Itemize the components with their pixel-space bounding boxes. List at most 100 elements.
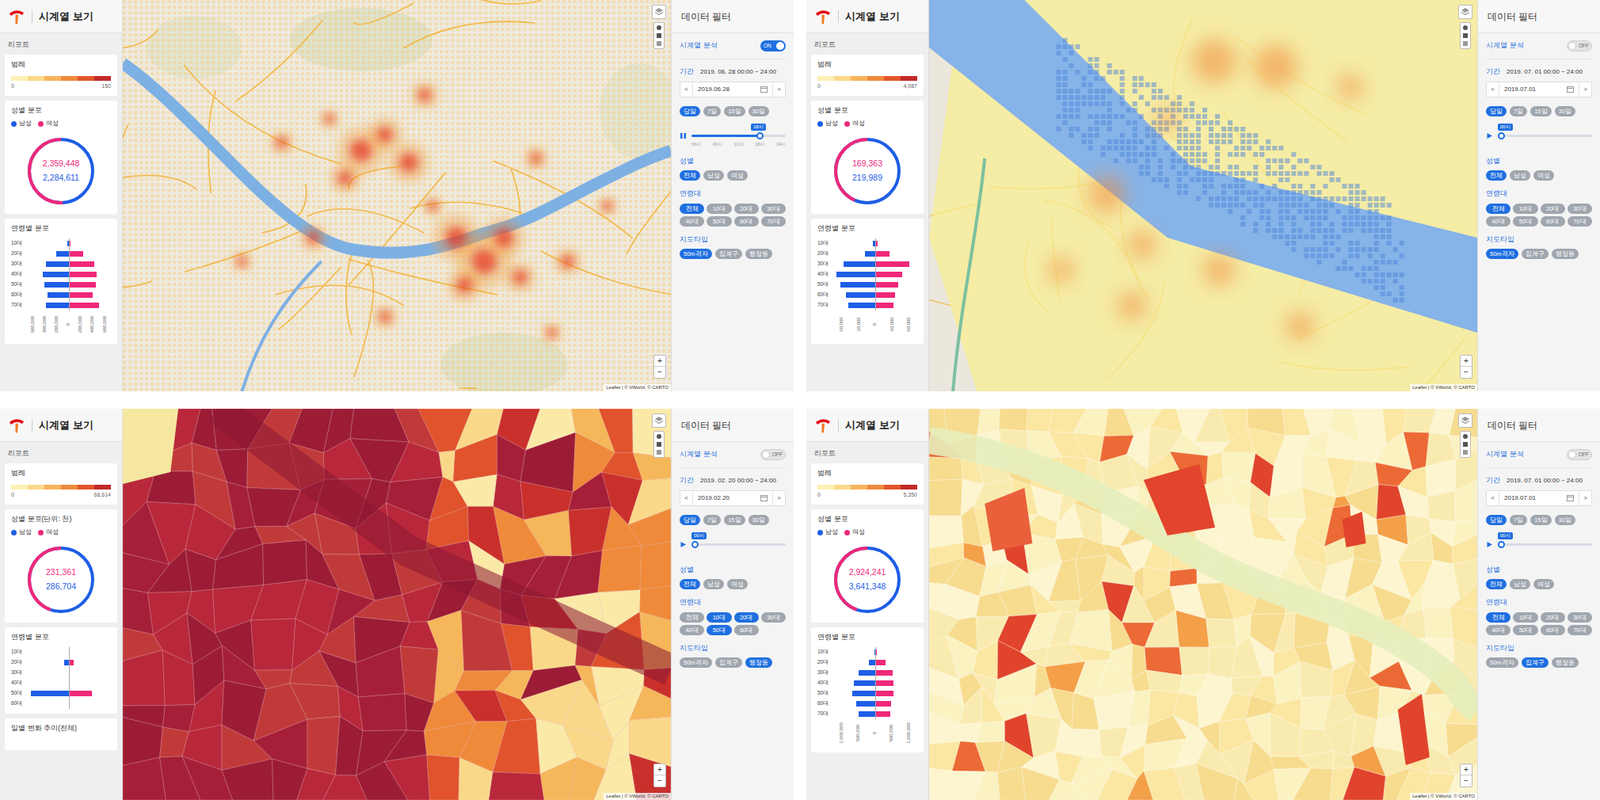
calendar-icon[interactable] [760,85,768,93]
filter-chip[interactable]: 50대 [1512,624,1538,636]
filter-chip[interactable]: 전체 [1485,203,1511,214]
play-icon[interactable] [1485,132,1494,140]
prev-date-button[interactable]: < [1486,82,1500,97]
map-canvas[interactable] [122,408,671,800]
play-icon[interactable] [679,540,687,549]
filter-chip[interactable]: 전체 [679,203,705,214]
slider-knob[interactable] [1497,132,1505,140]
prev-date-button[interactable]: < [680,491,694,506]
next-date-button[interactable]: > [1578,491,1592,506]
circle-tool-icon[interactable] [656,434,662,439]
map-view[interactable]: +−Leaflet | © VWorld, © CARTO [929,408,1478,800]
filter-chip[interactable]: 30일 [1554,106,1576,117]
filter-chip[interactable]: 50m격자 [1485,248,1519,260]
filter-chip[interactable]: 30대 [761,203,786,214]
filter-chip[interactable]: 당일 [1485,106,1507,117]
filter-chip[interactable]: 50m격자 [679,248,713,260]
filter-chip[interactable]: 40대 [1485,216,1511,227]
map-canvas[interactable] [929,0,1478,392]
filter-chip[interactable]: 40대 [679,624,705,636]
filter-chip[interactable]: 남성 [1509,170,1531,181]
filter-chip[interactable]: 60대 [734,624,759,636]
date-value[interactable]: 2019.06.28 [697,84,730,95]
filter-chip[interactable]: 7일 [703,514,721,526]
filter-chip[interactable]: 여성 [1533,579,1555,590]
date-value[interactable]: 2019.02.20 [697,493,730,503]
filter-chip[interactable]: 행정동 [745,657,773,668]
filter-chip[interactable]: 30대 [1567,203,1593,214]
filter-chip[interactable]: 15일 [723,514,745,526]
filter-chip[interactable]: 30일 [748,514,770,526]
filter-chip[interactable]: 20대 [734,203,759,214]
filter-chip[interactable]: 15일 [1530,514,1551,526]
filter-chip[interactable]: 70대 [761,216,786,227]
zoom-in-button[interactable]: + [1460,764,1472,776]
filter-chip[interactable]: 여성 [727,579,748,590]
next-date-button[interactable]: > [772,82,785,97]
filter-chip[interactable]: 15일 [723,106,745,117]
filter-chip[interactable]: 집계구 [715,248,743,260]
filter-chip[interactable]: 집계구 [1521,657,1549,668]
next-date-button[interactable]: > [772,491,785,506]
pause-icon[interactable] [679,132,687,140]
zoom-in-button[interactable]: + [654,355,666,367]
timeseries-toggle[interactable]: OFF [1566,40,1593,52]
map-canvas[interactable] [122,0,671,392]
calendar-icon[interactable] [1566,85,1574,93]
filter-chip[interactable]: 행정동 [1551,248,1579,260]
filter-chip[interactable]: 남성 [703,170,724,181]
zoom-out-button[interactable]: − [1460,775,1472,787]
date-value[interactable]: 2019.07.01 [1504,84,1536,95]
calendar-icon[interactable] [1566,494,1574,502]
timeseries-toggle[interactable]: OFF [1566,449,1593,461]
filter-chip[interactable]: 전체 [679,612,705,623]
polygon-tool-icon[interactable] [1462,41,1468,46]
filter-chip[interactable]: 50m격자 [1485,657,1519,668]
circle-tool-icon[interactable] [1462,434,1468,439]
rect-tool-icon[interactable] [1462,33,1468,39]
slider-knob[interactable] [756,132,764,140]
circle-tool-icon[interactable] [1462,25,1468,31]
filter-chip[interactable]: 행정동 [745,248,773,260]
filter-chip[interactable]: 20대 [734,612,759,623]
rect-tool-icon[interactable] [656,33,662,39]
layers-button[interactable] [1458,4,1473,20]
filter-chip[interactable]: 30일 [748,106,770,117]
filter-chip[interactable]: 70대 [1567,216,1593,227]
timeseries-toggle[interactable]: ON [760,40,786,52]
map-view[interactable]: +−Leaflet | © VWorld, © CARTO [122,408,671,800]
filter-chip[interactable]: 전체 [679,579,701,590]
filter-chip[interactable]: 30대 [761,612,786,623]
filter-chip[interactable]: 남성 [1509,579,1531,590]
time-slider[interactable]: 00시 [1497,543,1593,546]
map-view[interactable]: +−Leaflet | © VWorld, © CARTO [929,0,1478,392]
filter-chip[interactable]: 7일 [1509,106,1528,117]
filter-chip[interactable]: 40대 [679,216,705,227]
prev-date-button[interactable]: < [680,82,694,97]
filter-chip[interactable]: 60대 [734,216,759,227]
layers-button[interactable] [651,413,667,428]
filter-chip[interactable]: 전체 [1485,170,1507,181]
slider-knob[interactable] [1497,540,1505,549]
filter-chip[interactable]: 전체 [679,170,701,181]
zoom-in-button[interactable]: + [654,764,666,776]
filter-chip[interactable]: 당일 [679,106,701,117]
filter-chip[interactable]: 행정동 [1551,657,1579,668]
date-value[interactable]: 2019.07.01 [1504,493,1536,503]
filter-chip[interactable]: 50대 [1512,216,1538,227]
filter-chip[interactable]: 7일 [703,106,721,117]
polygon-tool-icon[interactable] [656,41,662,46]
filter-chip[interactable]: 집계구 [715,657,743,668]
filter-chip[interactable]: 10대 [1512,612,1538,623]
rect-tool-icon[interactable] [1462,441,1468,447]
next-date-button[interactable]: > [1578,82,1592,97]
circle-tool-icon[interactable] [656,25,662,31]
filter-chip[interactable]: 남성 [703,579,724,590]
slider-knob[interactable] [691,540,699,549]
filter-chip[interactable]: 50대 [706,216,732,227]
polygon-tool-icon[interactable] [656,449,662,455]
filter-chip[interactable]: 전체 [1485,579,1507,590]
filter-chip[interactable]: 30대 [1567,612,1593,623]
filter-chip[interactable]: 10대 [706,612,732,623]
map-view[interactable]: +−Leaflet | © VWorld, © CARTO [122,0,671,392]
